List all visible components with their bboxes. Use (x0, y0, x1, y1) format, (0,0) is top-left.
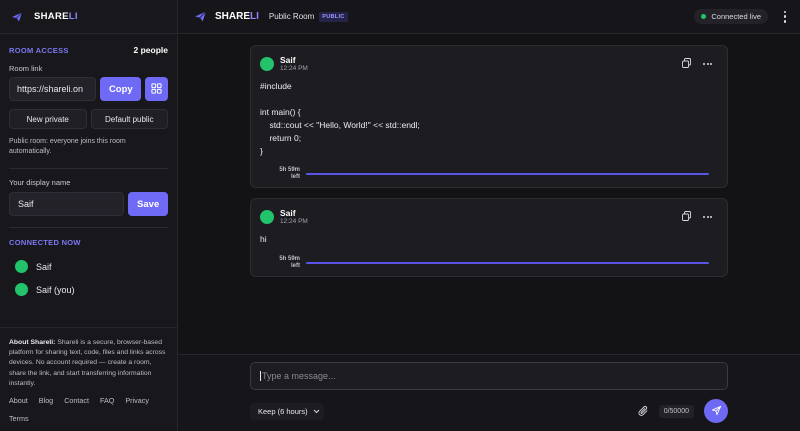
paper-plane-logo-icon (9, 9, 25, 25)
connected-section: CONNECTED NOW Saif Saif (you) (0, 228, 177, 297)
copy-icon[interactable] (682, 58, 691, 70)
copy-icon[interactable] (682, 211, 691, 223)
footer-link-terms[interactable]: Terms (9, 414, 29, 423)
save-name-button[interactable]: Save (128, 192, 168, 217)
chevron-down-icon (313, 407, 320, 416)
expiry-label: 5h 59m left (279, 167, 300, 181)
room-note: Public room: everyone joins this room au… (9, 138, 126, 156)
top-bar: SHARELI Public Room PUBLIC Connected liv… (178, 0, 800, 34)
room-link-input[interactable]: https://shareli.on (9, 77, 97, 101)
brand-name: SHARELI (34, 11, 78, 22)
composer: Type a message... Keep (6 hours) 0/50000 (178, 354, 800, 431)
message-expiry: 5h 59m left (260, 256, 718, 270)
about-section: About Shareli: Shareli is a secure, brow… (0, 327, 177, 431)
expiry-progress-bar (306, 173, 710, 176)
live-dot-icon (701, 14, 707, 19)
qr-code-button[interactable] (145, 77, 168, 101)
main-panel: SHARELI Public Room PUBLIC Connected liv… (178, 0, 800, 431)
message-time: 12:24 PM (280, 65, 308, 72)
footer-links: About Blog Contact FAQ Privacy Terms (9, 396, 168, 423)
user-name: Saif (36, 261, 52, 272)
send-button[interactable] (704, 399, 728, 423)
footer-link-about[interactable]: About (9, 396, 28, 405)
user-avatar (15, 283, 28, 297)
message-more-icon[interactable] (703, 216, 712, 219)
public-badge: PUBLIC (319, 11, 348, 22)
send-icon (711, 404, 722, 419)
user-name: Saif (you) (36, 284, 75, 295)
message-card: Saif 12:24 PM hi 5h 59m left (250, 198, 728, 277)
message-input[interactable]: Type a message... (250, 362, 728, 390)
expiry-label: 5h 59m left (279, 256, 300, 270)
display-name-label: Your display name (9, 178, 71, 188)
room-access-section: ROOM ACCESS 2 people Room link https://s… (0, 34, 177, 157)
paperclip-icon[interactable] (638, 405, 649, 417)
connected-heading: CONNECTED NOW (9, 238, 81, 248)
message-feed: Saif 12:24 PM #include int main() { std:… (178, 34, 800, 354)
display-name-section: Your display name Saif Save (0, 169, 177, 217)
character-count: 0/50000 (658, 404, 694, 418)
footer-link-blog[interactable]: Blog (39, 396, 53, 405)
connection-status: Connected live (694, 9, 768, 24)
room-title: Public Room (268, 12, 315, 21)
copy-link-button[interactable]: Copy (100, 77, 142, 101)
author-avatar (260, 57, 274, 71)
expiry-progress-bar (306, 262, 710, 265)
default-public-button[interactable]: Default public (90, 109, 168, 129)
message-author: Saif (280, 208, 296, 219)
message-author: Saif (280, 55, 296, 65)
room-link-label: Room link (9, 64, 43, 73)
message-card: Saif 12:24 PM #include int main() { std:… (250, 45, 728, 189)
user-avatar (15, 260, 28, 274)
message-input-placeholder: Type a message... (262, 371, 336, 381)
sidebar-brand[interactable]: SHARELI (0, 0, 177, 34)
user-list-item: Saif (you) (9, 283, 168, 297)
connection-status-text: Connected live (711, 12, 761, 21)
about-text: About Shareli: Shareli is a secure, brow… (9, 339, 166, 387)
footer-link-privacy[interactable]: Privacy (125, 396, 149, 405)
message-body: hi (260, 234, 267, 245)
top-brand-name[interactable]: SHARELI (215, 11, 259, 22)
app-root: SHARELI ROOM ACCESS 2 people Room link h… (0, 0, 800, 431)
paper-plane-logo-icon (194, 10, 208, 24)
sidebar: SHARELI ROOM ACCESS 2 people Room link h… (0, 0, 178, 431)
qr-grid-icon (151, 82, 162, 97)
author-avatar (260, 210, 274, 225)
message-time: 12:24 PM (280, 218, 308, 226)
more-menu-icon[interactable] (780, 10, 790, 24)
keep-duration-value: Keep (6 hours) (258, 406, 308, 416)
keep-duration-select[interactable]: Keep (6 hours) (250, 402, 324, 420)
people-count: 2 people (133, 45, 168, 55)
message-more-icon[interactable] (703, 63, 712, 65)
message-body: #include int main() { std::cout << "Hell… (260, 81, 420, 156)
new-private-button[interactable]: New private (9, 109, 87, 129)
display-name-input[interactable]: Saif (9, 192, 125, 217)
message-expiry: 5h 59m left (260, 167, 718, 181)
text-caret (260, 371, 261, 381)
user-list-item: Saif (9, 260, 168, 274)
footer-link-contact[interactable]: Contact (64, 396, 89, 405)
room-access-heading: ROOM ACCESS (9, 45, 69, 55)
footer-link-faq[interactable]: FAQ (100, 396, 114, 405)
